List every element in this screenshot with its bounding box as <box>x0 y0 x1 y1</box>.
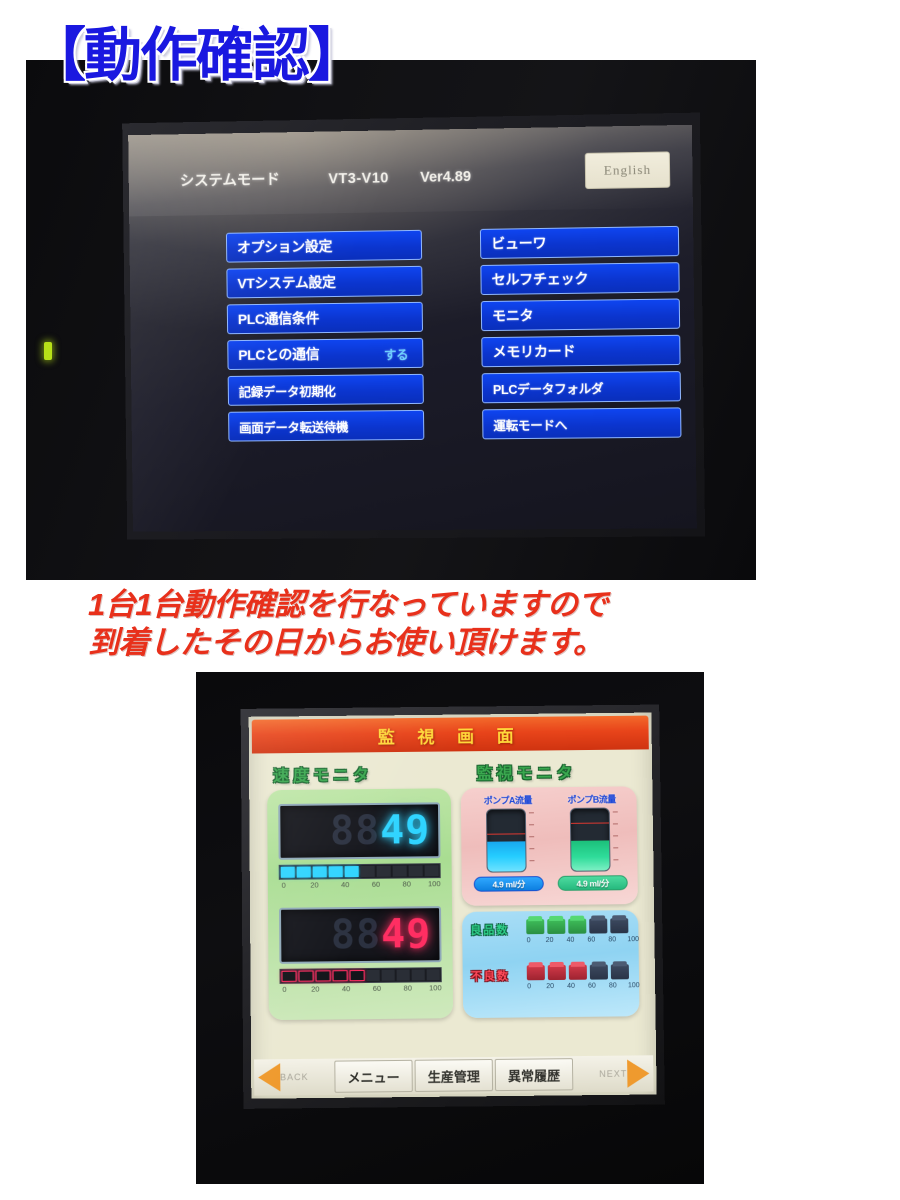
speed-monitor-heading: 速度モニタ <box>272 767 373 786</box>
defect-count-label: 不良数 <box>470 970 510 983</box>
good-count-label: 良品数 <box>470 924 510 937</box>
system-mode-screen: システムモード VT3-V10 Ver4.89 English オプション設定 … <box>128 124 697 532</box>
pump-b-setpoint-marker <box>570 822 609 824</box>
monitor-screen: 監 視 画 面 速度モニタ 監視モニタ 88 49 0 20 40 60 80 <box>248 712 657 1099</box>
button-self-check[interactable]: セルフチェック <box>480 262 680 296</box>
pump-b-fill <box>571 840 610 871</box>
next-button-label: NEXT <box>599 1068 628 1079</box>
pump-a-label: ポンプA流量 <box>483 795 532 806</box>
pump-b-gauge-group: ポンプB流量 4.9 ml/分 <box>553 792 632 891</box>
pump-a-ticks <box>528 808 535 872</box>
system-mode-right-column: ビューワ セルフチェック モニタ メモリカード PLCデータフォルダ 運転モード… <box>479 225 682 440</box>
pump-b-ticks <box>612 807 619 871</box>
monitor-device-photo: 監 視 画 面 速度モニタ 監視モニタ 88 49 0 20 40 60 80 <box>196 672 704 1184</box>
power-led-indicator <box>44 342 52 360</box>
back-button[interactable]: BACK <box>256 1061 332 1094</box>
button-option-settings[interactable]: オプション設定 <box>225 229 423 263</box>
pump-a-setpoint-marker <box>487 832 526 835</box>
pump-b-gauge <box>569 807 611 872</box>
button-label: セルフチェック <box>491 270 589 288</box>
promo-note-line-2: 到着したその日からお使い頂けます。 <box>88 625 604 661</box>
pump-a-gauge <box>485 808 527 873</box>
good-count-row: 良品数 0 20 40 60 80 100 <box>470 918 639 944</box>
promo-note-line-1: 1台1台動作確認を行なっていますので <box>88 587 608 622</box>
button-to-operation-mode[interactable]: 運転モードへ <box>482 407 682 440</box>
button-label: PLCデータフォルダ <box>492 381 604 397</box>
button-label: モニタ <box>491 307 534 324</box>
defect-count-row: 不良数 0 20 40 60 80 100 <box>471 964 640 990</box>
good-count-scale: 0 20 40 60 80 100 <box>526 936 640 945</box>
button-plc-data-folder[interactable]: PLCデータフォルダ <box>481 371 682 404</box>
defect-count-boxes <box>526 964 630 981</box>
pump-b-gauge-wrap <box>569 807 619 872</box>
speed-meter-2: 88 49 0 20 40 60 80 100 <box>279 906 442 998</box>
production-management-button[interactable]: 生産管理 <box>414 1058 494 1092</box>
english-button[interactable]: English <box>584 151 671 190</box>
speed-meter-1-scale: 0 20 40 60 80 100 <box>281 879 441 890</box>
good-count-boxes <box>526 918 629 935</box>
speed-meter-1-off-digits: 88 <box>329 807 381 855</box>
pump-monitor-panel: ポンプA流量 4.9 ml/分 ポンプB流量 4.9 ml/分 <box>460 786 638 906</box>
monitor-toolbar: BACK メニュー 生産管理 異常履歴 NEXT <box>254 1055 654 1096</box>
button-monitor[interactable]: モニタ <box>480 298 681 332</box>
system-mode-button-grid: オプション設定 VTシステム設定 PLC通信条件 PLCとの通信 する 記録デー… <box>129 225 695 443</box>
plc-communication-value: する <box>383 347 409 362</box>
button-label: ビューワ <box>491 234 547 252</box>
button-memory-card[interactable]: メモリカード <box>481 334 681 368</box>
pump-b-label: ポンプB流量 <box>567 794 616 805</box>
version-label: Ver4.89 <box>420 168 472 186</box>
speed-meter-2-display: 88 49 <box>279 906 442 964</box>
button-label: オプション設定 <box>236 238 333 256</box>
monitoring-heading: 監視モニタ <box>476 765 577 784</box>
model-label: VT3-V10 <box>328 170 389 188</box>
speed-meter-2-off-digits: 88 <box>330 911 382 959</box>
defect-count-scale: 0 20 40 60 80 100 <box>527 982 640 991</box>
back-button-label: BACK <box>279 1071 309 1083</box>
system-mode-label: システムモード <box>179 172 280 190</box>
speed-meter-2-scale: 0 20 40 60 80 100 <box>282 983 442 994</box>
pump-a-gauge-group: ポンプA流量 4.9 ml/分 <box>469 793 548 892</box>
pump-b-value: 4.9 ml/分 <box>557 875 628 891</box>
button-label: VTシステム設定 <box>237 274 336 292</box>
menu-button[interactable]: メニュー <box>334 1059 413 1093</box>
button-record-data-init[interactable]: 記録データ初期化 <box>227 373 424 406</box>
button-plc-comm-conditions[interactable]: PLC通信条件 <box>226 301 424 335</box>
triangle-right-icon <box>627 1059 650 1088</box>
system-mode-left-column: オプション設定 VTシステム設定 PLC通信条件 PLCとの通信 する 記録デー… <box>225 229 425 442</box>
button-label: 運転モードへ <box>493 418 568 433</box>
speed-meter-1-value: 49 <box>379 807 431 854</box>
speed-monitor-panel: 88 49 0 20 40 60 80 100 88 49 0 20 40 60… <box>267 788 454 1021</box>
system-mode-header-row: システムモード VT3-V10 Ver4.89 <box>180 165 471 191</box>
button-label: 画面データ転送待機 <box>239 420 349 436</box>
error-history-button[interactable]: 異常履歴 <box>494 1058 574 1092</box>
pump-a-gauge-wrap <box>485 808 535 873</box>
button-plc-communication[interactable]: PLCとの通信 する <box>227 337 424 371</box>
speed-meter-1: 88 49 0 20 40 60 80 100 <box>278 802 441 893</box>
speed-meter-1-bargraph <box>278 863 441 880</box>
speed-meter-2-value: 49 <box>380 911 432 958</box>
button-label: メモリカード <box>492 343 576 361</box>
system-mode-device-photo: システムモード VT3-V10 Ver4.89 English オプション設定 … <box>26 60 756 580</box>
button-label: 記録データ初期化 <box>238 384 336 400</box>
production-count-panel: 良品数 0 20 40 60 80 100 不良数 0 20 40 60 80 … <box>462 910 640 1019</box>
triangle-left-icon <box>258 1063 281 1092</box>
button-vt-system-settings[interactable]: VTシステム設定 <box>226 265 423 299</box>
button-screen-data-transfer-standby[interactable]: 画面データ転送待機 <box>228 409 425 442</box>
next-button[interactable]: NEXT <box>575 1057 652 1090</box>
pump-a-fill <box>487 840 526 872</box>
monitor-title-bar: 監 視 画 面 <box>251 715 649 754</box>
speed-meter-2-bargraph <box>279 967 442 984</box>
speed-meter-1-display: 88 49 <box>278 802 441 860</box>
button-label: PLC通信条件 <box>237 310 320 328</box>
pump-a-value: 4.9 ml/分 <box>473 876 544 892</box>
system-mode-header-bar: システムモード VT3-V10 Ver4.89 English <box>128 124 693 217</box>
button-viewer[interactable]: ビューワ <box>479 225 680 259</box>
promo-note: 1台1台動作確認を行なっていますので 到着したその日からお使い頂けます。 <box>88 586 788 663</box>
page-title: 【動作確認】 <box>28 23 366 88</box>
button-label: PLCとの通信 <box>238 346 320 363</box>
